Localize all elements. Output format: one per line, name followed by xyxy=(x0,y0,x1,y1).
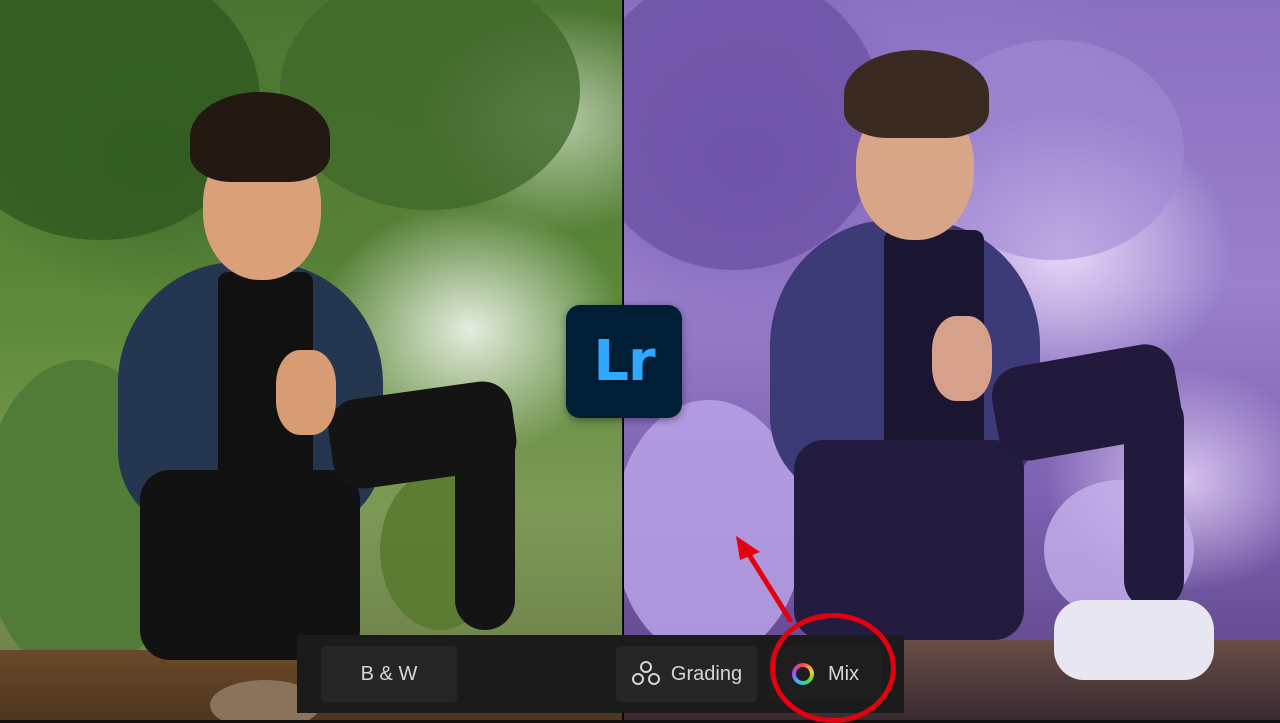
mix-highlight-circle xyxy=(770,613,896,723)
bw-button[interactable]: B & W xyxy=(321,646,457,702)
grading-icon xyxy=(631,661,661,687)
grading-button[interactable]: Grading xyxy=(616,646,757,702)
annotation-arrow xyxy=(736,536,793,623)
grading-label: Grading xyxy=(670,662,743,685)
bw-label: B & W xyxy=(360,662,418,685)
